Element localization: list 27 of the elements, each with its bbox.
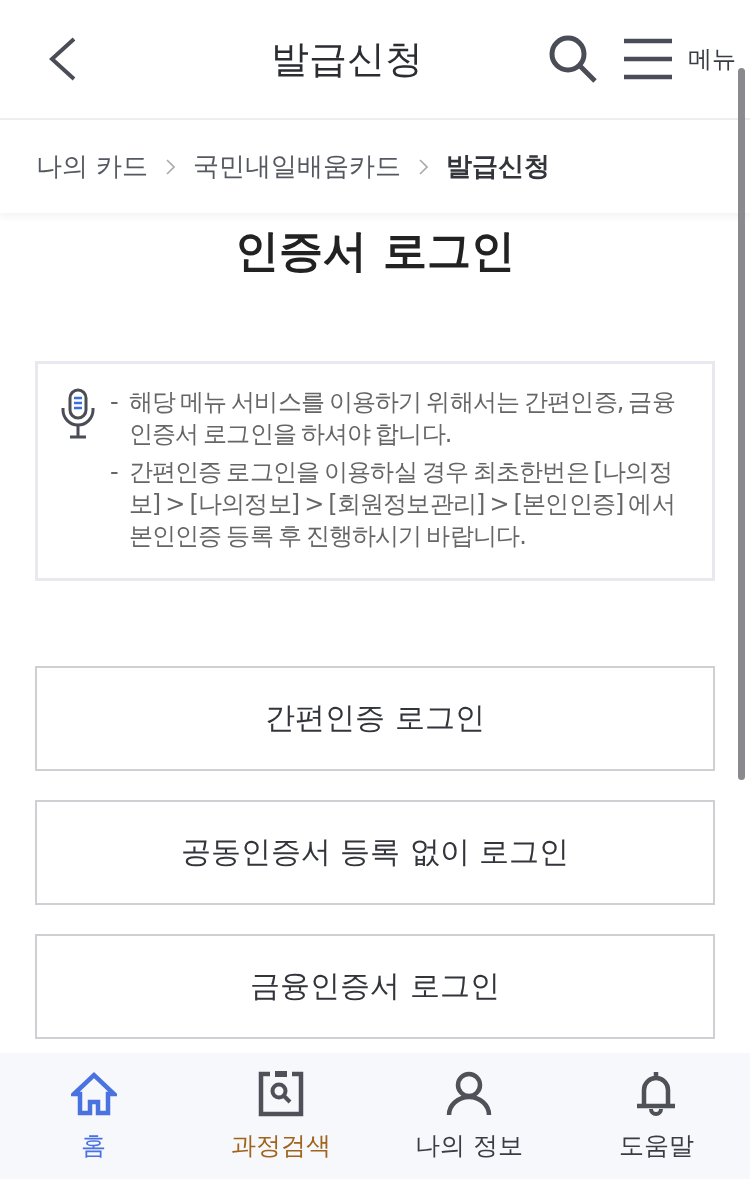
bullet-dash: - [110,387,119,418]
notice-text: 간편인증 로그인을 이용하실 경우 최초한번은 [나의정보] > [나의정보] > [회원정보관리] > [본인인증] 에서 본인인증 등록 후 진행하시기 바랍니다. [128,457,676,552]
notice-text: 해당 메뉴 서비스를 이용하기 위해서는 간편인증, 금융인증서 로그인을 하셔야 합니다. [128,387,676,450]
chevron-right-icon [166,158,176,175]
nav-tab[interactable]: 홈 [0,1053,188,1179]
bell-icon [636,1071,677,1117]
breadcrumb-link[interactable]: 발급신청 [446,149,551,184]
back-button[interactable] [48,37,78,81]
nav-tab[interactable]: 도움말 [562,1053,750,1179]
page-title: 인증서 로그인 [234,224,516,278]
page-header-title: 발급신청 [271,35,423,83]
clipboard-search-icon [258,1071,305,1117]
search-button[interactable] [548,34,598,84]
login-button[interactable]: 금융인증서 로그인 [35,934,715,1039]
nav-tab[interactable]: 나의 정보 [375,1053,563,1179]
login-button[interactable]: 간편인증 로그인 [35,666,715,771]
nav-tab[interactable]: 과정검색 [187,1053,375,1179]
person-icon [445,1071,492,1117]
home-icon [70,1071,117,1117]
breadcrumb-link[interactable]: 나의 카드 [36,149,149,184]
menu-button[interactable]: 메뉴 [624,37,736,81]
scrollbar[interactable] [738,68,745,780]
login-button[interactable]: 공동인증서 등록 없이 로그인 [35,800,715,905]
chevron-right-icon [419,158,429,175]
bullet-dash: - [110,457,119,488]
breadcrumb-link[interactable]: 국민내일배움카드 [193,149,402,184]
microphone-icon [60,388,96,440]
